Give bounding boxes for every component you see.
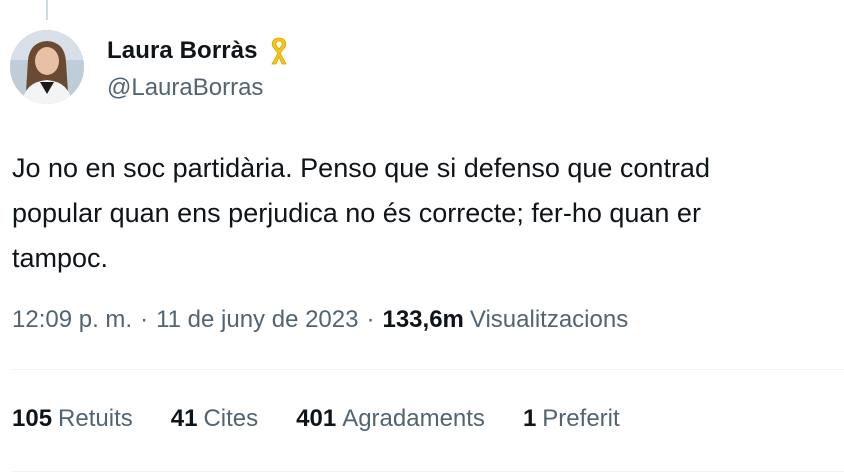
divider: [12, 471, 844, 472]
meta-separator: ·: [140, 306, 149, 333]
likes-stat[interactable]: 401 Agradaments: [296, 405, 485, 433]
quotes-count: 41: [170, 405, 198, 432]
tweet-detail: Laura Borràs @LauraBorras Jo no en soc p…: [0, 0, 844, 475]
likes-count: 401: [296, 405, 337, 432]
bookmarks-label: Preferit: [542, 405, 620, 432]
tweet-text-line: tampoc.: [12, 243, 109, 273]
retweets-label: Retuits: [58, 405, 133, 432]
quotes-stat[interactable]: 41 Cites: [171, 405, 258, 433]
retweets-stat[interactable]: 105 Retuits: [12, 405, 133, 433]
author-handle[interactable]: @LauraBorras: [107, 74, 263, 102]
likes-label: Agradaments: [342, 405, 485, 432]
tweet-time[interactable]: 12:09 p. m.: [12, 306, 132, 334]
author-name-row: Laura Borràs: [107, 36, 292, 66]
tweet-date[interactable]: 11 de juny de 2023: [156, 306, 358, 334]
tweet-text: Jo no en soc partidària. Penso que si de…: [12, 146, 844, 281]
retweets-count: 105: [12, 405, 53, 432]
bookmarks-stat[interactable]: 1 Preferit: [523, 405, 620, 433]
tweet-text-line: Jo no en soc partidària. Penso que si de…: [12, 153, 710, 183]
tweet-metadata: 12:09 p. m. · 11 de juny de 2023 · 133,6…: [12, 306, 628, 334]
avatar[interactable]: [10, 30, 84, 104]
yellow-ribbon-icon: [270, 37, 287, 65]
avatar-image: [10, 30, 84, 104]
thread-connector-line: [46, 0, 48, 20]
engagement-stats: 105 Retuits 41 Cites 401 Agradaments 1 Prefe…: [12, 405, 658, 433]
tweet-text-line: popular quan ens perjudica no és correct…: [12, 198, 701, 228]
views-label: Visualitzacions: [469, 306, 629, 333]
views-count: 133,6m: [382, 306, 464, 333]
quotes-label: Cites: [203, 405, 259, 432]
divider: [12, 369, 844, 370]
bookmarks-count: 1: [522, 405, 537, 432]
author-display-name[interactable]: Laura Borràs: [107, 37, 258, 65]
meta-separator: ·: [366, 306, 375, 333]
